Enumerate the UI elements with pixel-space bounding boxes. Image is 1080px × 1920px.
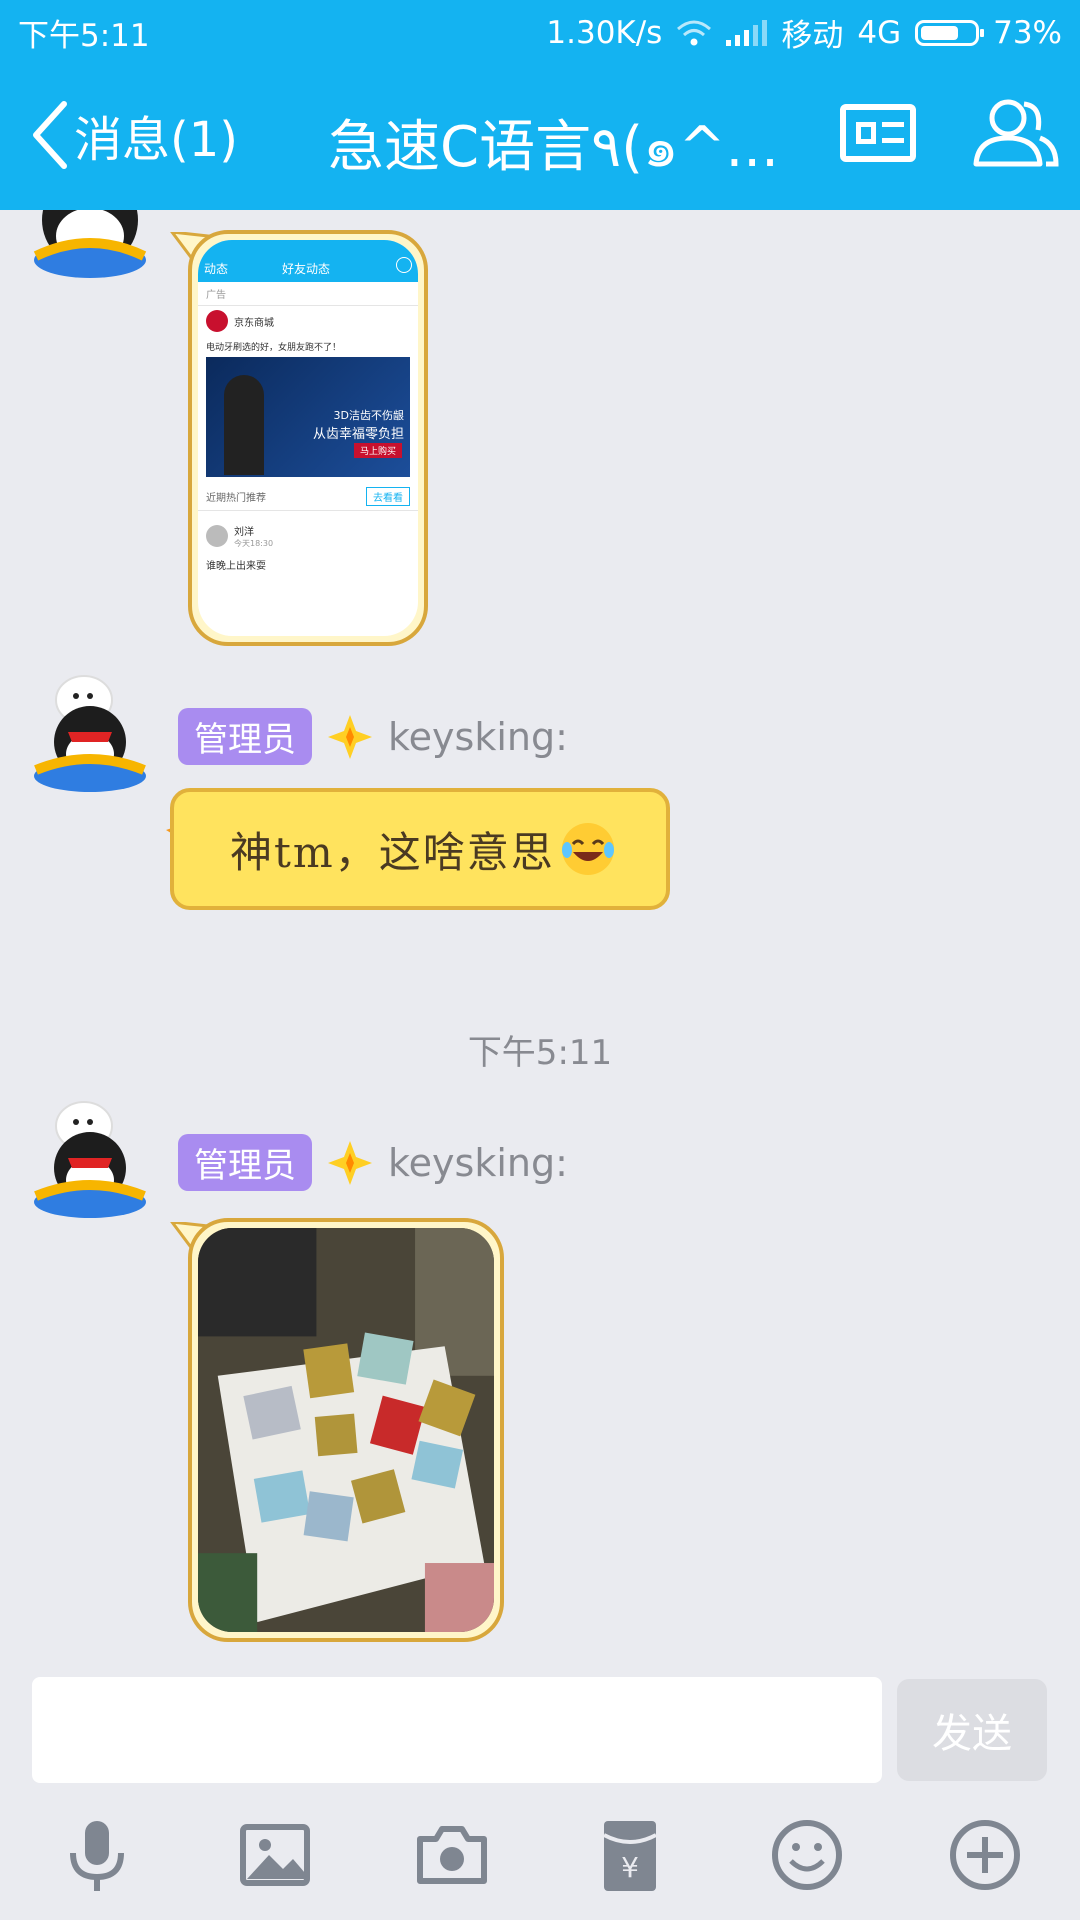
red-packet-icon[interactable]: ¥ xyxy=(590,1815,670,1895)
mini-ad-text: 电动牙刷选的好，女朋友跑不了！ xyxy=(206,343,342,353)
wifi-icon xyxy=(677,20,712,45)
mini-ad-banner: 3D洁齿不伤龈 从齿幸福零负担 马上购买 xyxy=(206,357,410,477)
mini-plus-icon xyxy=(396,257,412,273)
message-text: 神tm，这啥意思 xyxy=(230,827,555,877)
emoji-icon[interactable] xyxy=(767,1815,847,1895)
sender-meta: 管理员 keysking: xyxy=(178,1134,568,1191)
sender-meta: 管理员 keysking: xyxy=(178,708,568,765)
net-speed: 1.30K/s xyxy=(546,14,663,51)
person-figure xyxy=(224,375,264,475)
laughing-tears-emoji-icon xyxy=(561,823,614,875)
chevron-left-icon xyxy=(33,101,67,169)
level-star-icon xyxy=(328,1140,372,1185)
input-toolbar: ¥ xyxy=(0,1815,1080,1915)
group-members-icon[interactable] xyxy=(970,94,1060,174)
photo-content xyxy=(198,1228,494,1632)
image-message[interactable] xyxy=(188,1218,504,1642)
mini-post-time: 今天18:30 xyxy=(234,539,274,548)
mini-ad-slogan-2: 从齿幸福零负担 xyxy=(312,427,404,442)
mini-nav-title: 好友动态 xyxy=(282,262,331,276)
group-profile-button[interactable] xyxy=(840,104,916,162)
mini-ad-brand: 京东商城 xyxy=(234,317,274,329)
mini-ad-slogan-1: 3D洁齿不伤龈 xyxy=(333,409,404,422)
avatar[interactable] xyxy=(28,1096,152,1220)
carrier: 移动 xyxy=(781,18,844,54)
chat-header: 消息(1) 急速C语言٩(๑^... xyxy=(0,60,1080,210)
mini-post-text: 谁晚上出来耍 xyxy=(206,561,266,572)
image-icon[interactable] xyxy=(235,1815,315,1895)
image-preview-screenshot: 动态 好友动态 广告 京东商城 电动牙刷选的好，女朋友跑不了！ 3D洁齿不伤龈 … xyxy=(198,240,418,636)
mini-ad-footer: 近期热门推荐 xyxy=(206,493,266,504)
signal-icon xyxy=(726,19,768,46)
mini-ad-button: 去看看 xyxy=(366,487,410,506)
status-bar: 下午5:11 1.30K/s 移动 4G 73% xyxy=(0,0,1080,60)
text-message-bubble[interactable]: 神tm，这啥意思 xyxy=(170,788,670,910)
status-right: 1.30K/s 移动 4G 73% xyxy=(546,10,1062,55)
mini-ad-label: 广告 xyxy=(198,282,418,306)
network-type: 4G xyxy=(857,14,902,51)
sender-name: keysking: xyxy=(388,1140,568,1185)
mini-nav-back: 动态 xyxy=(204,262,229,276)
battery-icon xyxy=(915,19,985,46)
battery-percent: 73% xyxy=(993,14,1062,51)
status-time: 下午5:11 xyxy=(18,18,150,54)
back-label: 消息(1) xyxy=(74,112,238,168)
chat-title[interactable]: 急速C语言٩(๑^... xyxy=(328,102,779,191)
microphone-icon[interactable] xyxy=(57,1815,137,1895)
mini-ad-cta: 马上购买 xyxy=(353,443,402,458)
chat-list[interactable]: 动态 好友动态 广告 京东商城 电动牙刷选的好，女朋友跑不了！ 3D洁齿不伤龈 … xyxy=(0,210,1080,1665)
level-star-icon xyxy=(328,714,372,759)
role-badge: 管理员 xyxy=(178,708,312,765)
plus-icon[interactable] xyxy=(945,1815,1025,1895)
svg-text:¥: ¥ xyxy=(621,1851,639,1884)
message-input[interactable] xyxy=(32,1677,882,1783)
sender-name: keysking: xyxy=(388,714,568,759)
send-button[interactable]: 发送 xyxy=(897,1679,1047,1781)
image-message[interactable]: 动态 好友动态 广告 京东商城 电动牙刷选的好，女朋友跑不了！ 3D洁齿不伤龈 … xyxy=(188,230,428,646)
mini-post-avatar xyxy=(206,525,228,547)
avatar[interactable] xyxy=(28,670,152,794)
avatar[interactable] xyxy=(28,210,152,284)
back-button[interactable]: 消息(1) xyxy=(30,100,238,170)
jd-logo-icon xyxy=(206,310,228,332)
camera-icon[interactable] xyxy=(412,1815,492,1895)
mini-post-user: 刘洋 xyxy=(234,527,254,538)
time-divider: 下午5:11 xyxy=(467,1033,613,1073)
role-badge: 管理员 xyxy=(178,1134,312,1191)
input-area: 发送 ¥ xyxy=(0,1665,1080,1920)
